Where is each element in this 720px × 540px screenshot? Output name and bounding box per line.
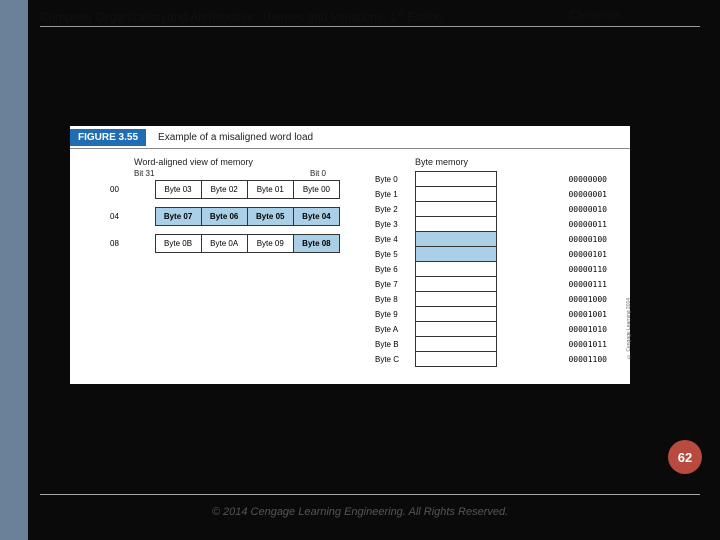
byte-cell: [416, 202, 497, 217]
byte-row: Byte 5 00000101: [375, 247, 607, 262]
byte-binary: 00001001: [497, 307, 608, 322]
byte-cell: [416, 172, 497, 187]
title-post: Edition: [403, 10, 443, 24]
byte-binary: 00001010: [497, 322, 608, 337]
byte-label: Byte 1: [375, 187, 416, 202]
byte-row: Byte B 00001011: [375, 337, 607, 352]
byte-label: Byte B: [375, 337, 416, 352]
byte-cell: [416, 292, 497, 307]
byte-cell: [416, 352, 497, 367]
word-cell: Byte 04: [293, 208, 339, 226]
byte-cell: [416, 187, 497, 202]
figure-badge: FIGURE 3.55: [70, 129, 146, 146]
word-cell: Byte 02: [201, 181, 247, 199]
copyright-footer: © 2014 Cengage Learning Engineering. All…: [0, 506, 720, 518]
byte-cell: [416, 277, 497, 292]
word-aligned-view: Word-aligned view of memory Bit 31 Bit 0…: [110, 157, 340, 253]
word-view-title: Word-aligned view of memory: [110, 157, 340, 167]
author-name: Clements: [569, 8, 620, 22]
byte-view-title: Byte memory: [375, 157, 607, 167]
word-row: 04Byte 07Byte 06Byte 05Byte 04: [110, 208, 340, 226]
byte-label: Byte 4: [375, 232, 416, 247]
word-cell: Byte 05: [247, 208, 293, 226]
byte-cell: [416, 307, 497, 322]
word-cell: Byte 07: [155, 208, 201, 226]
byte-row: Byte 8 00001000: [375, 292, 607, 307]
byte-row: Byte A 00001010: [375, 322, 607, 337]
word-row: 08Byte 0BByte 0AByte 09Byte 08: [110, 235, 340, 253]
byte-binary: 00000110: [497, 262, 608, 277]
figure-container: FIGURE 3.55 Example of a misaligned word…: [70, 126, 630, 384]
byte-binary: 00001011: [497, 337, 608, 352]
figure-header: FIGURE 3.55 Example of a misaligned word…: [70, 126, 630, 149]
byte-row: Byte 6 00000110: [375, 262, 607, 277]
header-rule: [40, 26, 700, 27]
byte-row: Byte 9 00001001: [375, 307, 607, 322]
title-pre: Computer Organization and Architecture: …: [40, 10, 396, 24]
word-cell: Byte 06: [201, 208, 247, 226]
byte-row: Byte 1 00000001: [375, 187, 607, 202]
byte-label: Byte 5: [375, 247, 416, 262]
word-cell: Byte 08: [293, 235, 339, 253]
figure-caption: Example of a misaligned word load: [146, 132, 313, 143]
word-cell: Byte 0A: [201, 235, 247, 253]
byte-binary: 00000001: [497, 187, 608, 202]
byte-cell: [416, 232, 497, 247]
byte-label: Byte 3: [375, 217, 416, 232]
figure-body: Word-aligned view of memory Bit 31 Bit 0…: [70, 149, 630, 379]
word-cell: Byte 03: [155, 181, 201, 199]
footer-rule: [40, 494, 700, 495]
row-address: 04: [110, 208, 155, 226]
book-title: Computer Organization and Architecture: …: [40, 8, 443, 24]
word-table: 00Byte 03Byte 02Byte 01Byte 0004Byte 07B…: [110, 180, 340, 253]
byte-row: Byte C 00001100: [375, 352, 607, 367]
byte-binary: 00000100: [497, 232, 608, 247]
byte-memory-view: Byte memory Byte 0 00000000 Byte 1 00000001…: [375, 157, 607, 367]
byte-table: Byte 0 00000000 Byte 1 00000001 Byte 2 000000…: [375, 171, 607, 367]
byte-cell: [416, 262, 497, 277]
byte-cell: [416, 217, 497, 232]
byte-label: Byte 7: [375, 277, 416, 292]
byte-label: Byte 8: [375, 292, 416, 307]
byte-binary: 00000000: [497, 172, 608, 187]
byte-binary: 00000011: [497, 217, 608, 232]
byte-label: Byte 0: [375, 172, 416, 187]
byte-cell: [416, 247, 497, 262]
byte-binary: 00001000: [497, 292, 608, 307]
byte-label: Byte 6: [375, 262, 416, 277]
byte-row: Byte 0 00000000: [375, 172, 607, 187]
byte-binary: 00001100: [497, 352, 608, 367]
word-cell: Byte 01: [247, 181, 293, 199]
byte-binary: 00000111: [497, 277, 608, 292]
figure-credit: © Cengage Learning 2014: [626, 209, 632, 359]
side-accent: [0, 0, 28, 540]
word-cell: Byte 09: [247, 235, 293, 253]
byte-row: Byte 4 00000100: [375, 232, 607, 247]
bit-left-label: Bit 31: [134, 169, 154, 178]
word-row: 00Byte 03Byte 02Byte 01Byte 00: [110, 181, 340, 199]
byte-label: Byte 9: [375, 307, 416, 322]
word-cell: Byte 0B: [155, 235, 201, 253]
byte-row: Byte 3 00000011: [375, 217, 607, 232]
byte-cell: [416, 337, 497, 352]
word-cell: Byte 00: [293, 181, 339, 199]
bit-range: Bit 31 Bit 0: [134, 169, 326, 178]
byte-label: Byte C: [375, 352, 416, 367]
byte-row: Byte 2 00000010: [375, 202, 607, 217]
byte-binary: 00000010: [497, 202, 608, 217]
bit-right-label: Bit 0: [310, 169, 326, 178]
byte-binary: 00000101: [497, 247, 608, 262]
byte-label: Byte 2: [375, 202, 416, 217]
row-address: 00: [110, 181, 155, 199]
byte-label: Byte A: [375, 322, 416, 337]
byte-row: Byte 7 00000111: [375, 277, 607, 292]
page-number-badge: 62: [668, 440, 702, 474]
slide-header: Computer Organization and Architecture: …: [40, 8, 700, 24]
row-address: 08: [110, 235, 155, 253]
byte-cell: [416, 322, 497, 337]
